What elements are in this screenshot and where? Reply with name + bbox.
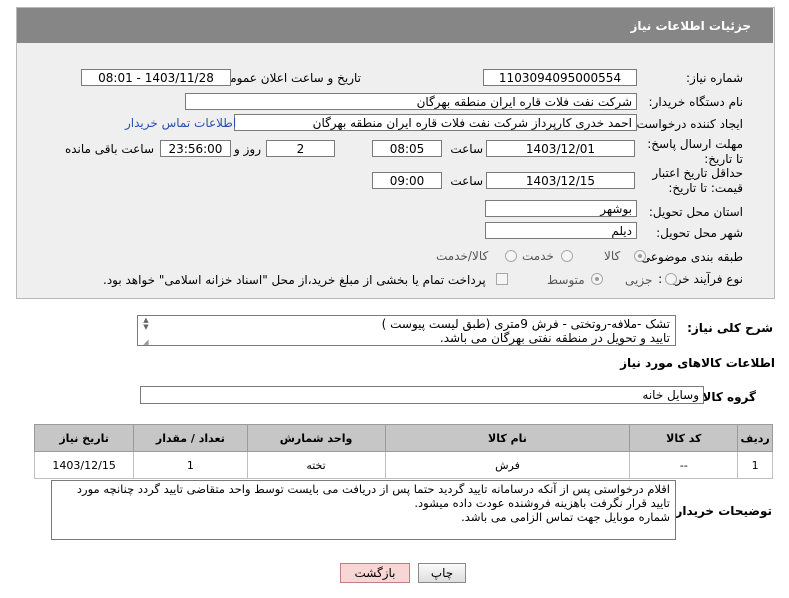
need-number-label: شماره نیاز: [686,71,743,85]
col-name-header: نام کالا [384,424,631,452]
page: AriaTender.neT جزئیات اطلاعات نیاز شماره… [0,0,789,598]
category-radio-goods[interactable] [634,250,646,262]
buyer-notes-line-3: شماره موبایل جهت تماس الزامی می باشد. [461,510,670,524]
resize-grip-icon[interactable]: ◢ [140,339,152,346]
cell-name: فرش [384,451,631,479]
panel-header: جزئیات اطلاعات نیاز [17,8,773,43]
buyer-org-label: نام دستگاه خریدار: [648,95,744,109]
category-option-goods: کالا [604,249,621,263]
requester-label: ایجاد کننده درخواست: [632,117,743,131]
cell-unit: تخته [246,451,386,479]
description-line-1: تشک -ملافه-روتختی - فرش 9متری (طبق لیست … [381,317,670,331]
requester-field: احمد خدری کارپرداز شرکت نفت فلات قاره ای… [234,114,637,131]
days-label: روز و [234,142,261,156]
description-textarea[interactable]: تشک -ملافه-روتختی - فرش 9متری (طبق لیست … [137,315,676,346]
buyer-notes-label: توضیحات خریدار: [670,504,772,518]
process-radio-minor[interactable] [665,273,677,285]
col-code-header: کد کالا [629,424,739,452]
reply-time-label: ساعت [450,142,483,156]
category-option-both: کالا/خدمت [436,249,489,263]
remaining-label: ساعت باقی مانده [64,142,154,156]
scroll-up-icon[interactable]: ▲ ▼ [140,317,152,331]
buyer-notes-line-2: تایید قرار نگرفت باهزینه فروشنده عودت دا… [414,496,670,510]
goods-group-field: وسایل خانه [140,386,704,404]
buyer-notes-textarea[interactable]: اقلام درخواستی پس از آنکه درسامانه تایید… [51,480,676,540]
table-row: 1 -- فرش تخته 1 1403/12/15 [33,451,773,479]
category-option-service: خدمت [522,249,554,263]
process-option-minor: جزیی [625,273,653,287]
announce-date-field: 1403/11/28 - 08:01 [81,69,231,86]
page-title: جزئیات اطلاعات نیاز [630,19,751,33]
goods-table: ردیف کد کالا نام کالا واحد شمارش تعداد /… [33,424,773,479]
price-validity-time-field: 09:00 [372,172,442,189]
description-line-2: تایید و تحویل در منطقه نفتی بهرگان می با… [439,331,670,345]
reply-time-field: 08:05 [372,140,442,157]
price-validity-label: حداقل تاریخ اعتبار قیمت: تا تاریخ: [652,166,743,195]
back-button[interactable]: بازگشت [340,563,410,583]
process-option-medium: متوسط [547,273,585,287]
buyer-contact-link[interactable]: اطلاعات تماس خریدار [125,116,236,130]
reply-date-field: 1403/12/01 [486,140,635,157]
cell-date: 1403/12/15 [33,451,135,479]
col-qty-header: تعداد / مقدار [133,424,248,452]
city-label: شهر محل تحویل: [656,226,743,240]
cell-code: -- [629,451,739,479]
announce-date-label: تاریخ و ساعت اعلان عمومی: [216,71,361,85]
province-field: بوشهر [485,200,637,217]
treasury-checkbox[interactable] [496,273,508,285]
days-remaining-field: 2 [266,140,335,157]
category-label: طبقه بندی موضوعی: [636,250,743,264]
treasury-payment-note: پرداخت تمام یا بخشی از مبلغ خرید،از محل … [103,273,486,287]
province-label: استان محل تحویل: [648,205,743,219]
buyer-notes-line-1: اقلام درخواستی پس از آنکه درسامانه تایید… [76,482,670,496]
goods-table-header-row: ردیف کد کالا نام کالا واحد شمارش تعداد /… [33,424,773,452]
remaining-time-field: 23:56:00 [160,140,231,157]
category-radio-both[interactable] [505,250,517,262]
price-validity-date-field: 1403/12/15 [486,172,635,189]
process-radio-medium[interactable] [591,273,603,285]
goods-group-label: گروه کالا: [697,390,756,404]
need-number-field: 1103094095000554 [483,69,637,86]
goods-section-title: اطلاعات کالاهای مورد نیاز [620,356,775,370]
col-row-header: ردیف [737,424,773,452]
price-validity-time-label: ساعت [450,174,483,188]
print-button[interactable]: چاپ [418,563,466,583]
col-date-header: تاریخ نیاز [33,424,135,452]
cell-qty: 1 [133,451,248,479]
city-field: دیلم [485,222,637,239]
description-label: شرح کلی نیاز: [687,321,773,335]
buyer-org-field: شرکت نفت فلات قاره ایران منطقه بهرگان [185,93,637,110]
category-radio-service[interactable] [561,250,573,262]
cell-row: 1 [737,451,773,479]
col-unit-header: واحد شمارش [246,424,386,452]
reply-deadline-label: مهلت ارسال پاسخ: تا تاریخ: [647,137,743,166]
